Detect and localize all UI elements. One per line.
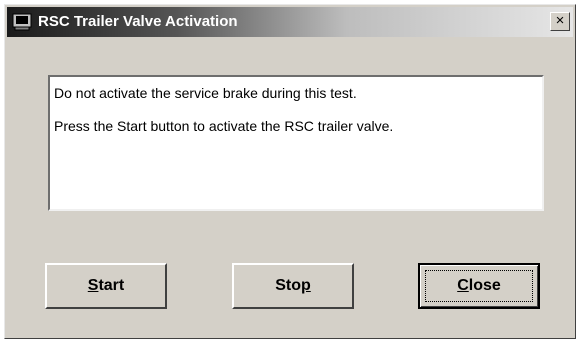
message-line-1: Do not activate the service brake during…: [54, 85, 357, 101]
window-title: RSC Trailer Valve Activation: [38, 13, 238, 30]
start-label-post: tart: [98, 277, 125, 294]
close-window-button[interactable]: ×: [550, 12, 570, 31]
stop-label-pre: Sto: [275, 277, 301, 294]
close-button[interactable]: Close: [418, 263, 540, 309]
app-icon: [12, 13, 32, 31]
focus-rect: [425, 270, 533, 302]
close-icon: ×: [555, 12, 565, 29]
title-bar[interactable]: RSC Trailer Valve Activation ×: [7, 7, 573, 37]
dialog-window: RSC Trailer Valve Activation × Do not ac…: [4, 4, 576, 339]
stop-button[interactable]: Stop: [232, 263, 354, 309]
stop-label-accel: p: [301, 277, 311, 294]
message-line-2: Press the Start button to activate the R…: [54, 118, 394, 134]
start-button[interactable]: Start: [45, 263, 167, 309]
start-label-accel: S: [87, 277, 99, 294]
message-box: Do not activate the service brake during…: [48, 75, 544, 211]
